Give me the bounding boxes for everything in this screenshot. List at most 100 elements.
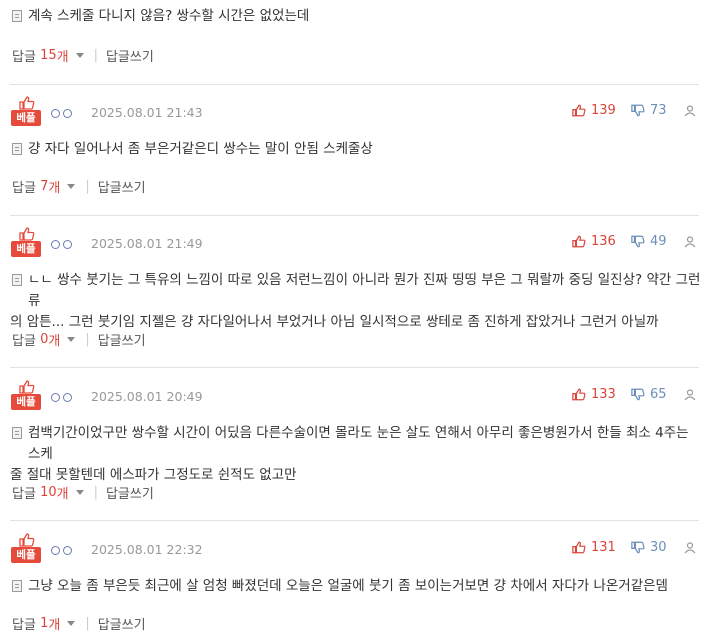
user-level-icon bbox=[51, 393, 72, 402]
comment-date: 2025.08.01 21:43 bbox=[91, 105, 203, 120]
document-icon bbox=[12, 274, 22, 286]
reply-count: 0 bbox=[40, 332, 49, 347]
dislike-count: 30 bbox=[650, 540, 667, 555]
comment-text: 그냥 오늘 좀 부은듯 최근에 살 엄청 빠졌던데 오늘은 얼굴에 붓기 좀 보… bbox=[28, 578, 668, 594]
dislike-button[interactable]: 49 bbox=[631, 234, 667, 249]
reply-count: 7 bbox=[40, 179, 49, 194]
reply-label: 답글 bbox=[12, 618, 36, 633]
user-icon[interactable] bbox=[684, 105, 696, 117]
dislike-count: 73 bbox=[650, 103, 667, 118]
thumbs-up-icon bbox=[572, 235, 586, 248]
best-label: 베플 bbox=[11, 110, 41, 126]
comment-meta: 베플 2025.08.01 22:32 131 30 bbox=[0, 533, 715, 567]
comment-meta: 베플 2025.08.01 21:49 136 49 bbox=[0, 227, 715, 261]
like-button[interactable]: 133 bbox=[572, 387, 616, 402]
comment-date: 2025.08.01 22:32 bbox=[91, 542, 203, 557]
reply-label: 답글 bbox=[12, 181, 36, 196]
like-button[interactable]: 136 bbox=[572, 234, 616, 249]
comment-footer: 답글 15 개 | 답글쓰기 bbox=[12, 46, 154, 65]
reply-toggle[interactable]: 답글 1개 bbox=[12, 614, 85, 633]
comment-body: ㄴㄴ 쌍수 붓기는 그 특유의 느낌이 따로 있음 저런느낌이 아니라 뭔가 진… bbox=[0, 270, 715, 333]
thumbs-down-icon bbox=[631, 541, 645, 554]
like-button[interactable]: 131 bbox=[572, 540, 616, 555]
reply-toggle[interactable]: 답글 0개 bbox=[12, 330, 85, 349]
separator: | bbox=[85, 179, 90, 194]
thumbs-down-icon bbox=[631, 388, 645, 401]
separator: | bbox=[85, 616, 90, 631]
dislike-button[interactable]: 65 bbox=[631, 387, 667, 402]
comment-text-line: 컴백기간이었구만 쌍수할 시간이 어딨음 다른수술이면 몰라도 눈은 살도 연해… bbox=[28, 425, 689, 462]
comment-text-line: ㄴㄴ 쌍수 붓기는 그 특유의 느낌이 따로 있음 저런느낌이 아니라 뭔가 진… bbox=[28, 272, 701, 309]
thumbs-up-icon bbox=[572, 388, 586, 401]
reply-toggle[interactable]: 답글 7개 bbox=[12, 177, 85, 196]
reply-toggle[interactable]: 답글 10 개 bbox=[12, 483, 94, 502]
separator: | bbox=[93, 485, 98, 500]
thumbs-up-icon bbox=[19, 227, 35, 241]
reply-count-unit: 개 bbox=[56, 50, 69, 65]
write-reply-link[interactable]: 답글쓰기 bbox=[98, 614, 146, 633]
comment-item: 컴백기간이었구만 쌍수할 시간이 어딨음 다른수술이면 몰라도 눈은 살도 연해… bbox=[0, 423, 715, 486]
comment-body: 계속 스케줄 다니지 않음? 쌍수할 시간은 없었는데 bbox=[0, 6, 715, 27]
comment-text: ㄴㄴ 쌍수 붓기는 그 특유의 느낌이 따로 있음 저런느낌이 아니라 뭔가 진… bbox=[10, 270, 705, 333]
reply-label: 답글 bbox=[12, 334, 36, 349]
chevron-down-icon bbox=[67, 337, 76, 342]
reply-count-unit: 개 bbox=[48, 618, 61, 633]
comment-footer: 답글 7개 | 답글쓰기 bbox=[12, 177, 146, 196]
user-level-icon bbox=[51, 546, 72, 555]
like-count: 139 bbox=[591, 103, 616, 118]
reply-count-unit: 개 bbox=[56, 487, 69, 502]
dislike-button[interactable]: 30 bbox=[631, 540, 667, 555]
best-badge: 베플 bbox=[11, 96, 41, 128]
comment-item: 계속 스케줄 다니지 않음? 쌍수할 시간은 없었는데 bbox=[0, 6, 715, 27]
user-level-icon bbox=[51, 240, 72, 249]
comment-text: 컴백기간이었구만 쌍수할 시간이 어딨음 다른수술이면 몰라도 눈은 살도 연해… bbox=[10, 423, 705, 486]
divider bbox=[10, 215, 699, 216]
reply-label: 답글 bbox=[12, 50, 36, 65]
reply-count-unit: 개 bbox=[48, 334, 61, 349]
best-badge: 베플 bbox=[11, 380, 41, 412]
separator: | bbox=[85, 332, 90, 347]
write-reply-link[interactable]: 답글쓰기 bbox=[98, 330, 146, 349]
comment-body: 컴백기간이었구만 쌍수할 시간이 어딨음 다른수술이면 몰라도 눈은 살도 연해… bbox=[0, 423, 715, 486]
comment-list: 계속 스케줄 다니지 않음? 쌍수할 시간은 없었는데 답글 15 개 | 답글쓰… bbox=[0, 0, 715, 640]
dislike-count: 49 bbox=[650, 234, 667, 249]
best-label: 베플 bbox=[11, 547, 41, 563]
reply-count-unit: 개 bbox=[48, 181, 61, 196]
divider bbox=[10, 84, 699, 85]
like-button[interactable]: 139 bbox=[572, 103, 616, 118]
comment-meta: 베플 2025.08.01 21:43 139 73 bbox=[0, 96, 715, 130]
best-label: 베플 bbox=[11, 241, 41, 257]
write-reply-link[interactable]: 답글쓰기 bbox=[98, 177, 146, 196]
reply-count: 15 bbox=[40, 48, 57, 63]
write-reply-link[interactable]: 답글쓰기 bbox=[106, 46, 154, 65]
thumbs-up-icon bbox=[19, 96, 35, 110]
best-badge: 베플 bbox=[11, 227, 41, 259]
comment-item: ㄴㄴ 쌍수 붓기는 그 특유의 느낌이 따로 있음 저런느낌이 아니라 뭔가 진… bbox=[0, 270, 715, 333]
best-badge: 베플 bbox=[11, 533, 41, 565]
comment-item: 그냥 오늘 좀 부은듯 최근에 살 엄청 빠졌던데 오늘은 얼굴에 붓기 좀 보… bbox=[0, 576, 715, 597]
comment-footer: 답글 1개 | 답글쓰기 bbox=[12, 614, 146, 633]
user-icon[interactable] bbox=[684, 236, 696, 248]
chevron-down-icon bbox=[75, 53, 84, 58]
user-level-icon bbox=[51, 109, 72, 118]
like-count: 131 bbox=[591, 540, 616, 555]
write-reply-link[interactable]: 답글쓰기 bbox=[106, 483, 154, 502]
comment-date: 2025.08.01 20:49 bbox=[91, 389, 203, 404]
document-icon bbox=[12, 10, 22, 22]
dislike-button[interactable]: 73 bbox=[631, 103, 667, 118]
comment-body: 걍 자다 일어나서 좀 부은거같은디 쌍수는 말이 안됨 스케줄상 bbox=[0, 139, 715, 160]
thumbs-down-icon bbox=[631, 235, 645, 248]
reply-toggle[interactable]: 답글 15 개 bbox=[12, 46, 94, 65]
reply-count: 1 bbox=[40, 616, 49, 631]
thumbs-down-icon bbox=[631, 104, 645, 117]
comment-footer: 답글 10 개 | 답글쓰기 bbox=[12, 483, 154, 502]
reply-count: 10 bbox=[40, 485, 57, 500]
user-icon[interactable] bbox=[684, 389, 696, 401]
comment-text-line: 의 암튼... 그런 붓기임 지젤은 걍 자다일어나서 부었거나 아님 일시적으… bbox=[10, 314, 659, 330]
like-count: 136 bbox=[591, 234, 616, 249]
divider bbox=[10, 367, 699, 368]
user-icon[interactable] bbox=[684, 542, 696, 554]
thumbs-up-icon bbox=[19, 533, 35, 547]
chevron-down-icon bbox=[67, 184, 76, 189]
comment-item: 걍 자다 일어나서 좀 부은거같은디 쌍수는 말이 안됨 스케줄상 bbox=[0, 139, 715, 160]
